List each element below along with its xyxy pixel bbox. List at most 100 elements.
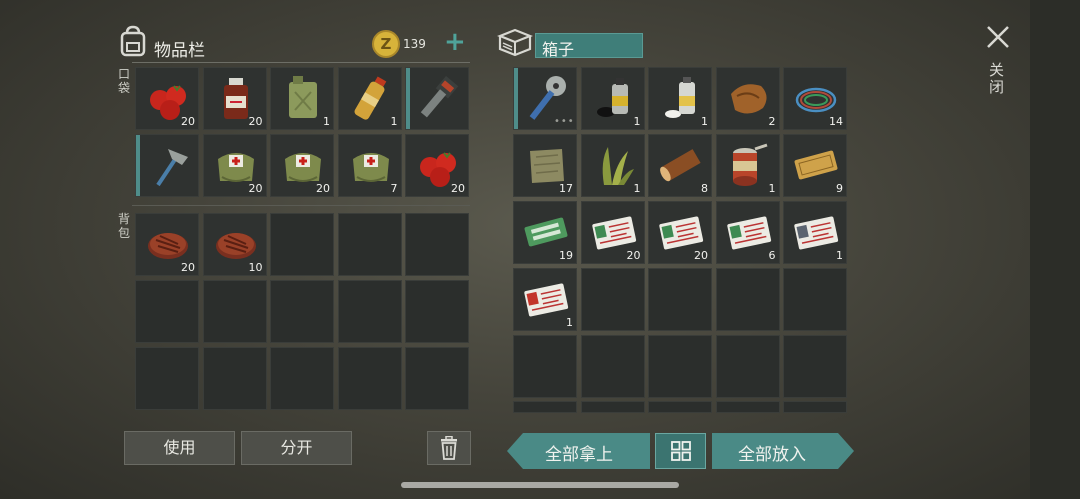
inventory-slot[interactable] (135, 134, 199, 197)
close-icon (987, 26, 1009, 48)
add-coins-button[interactable]: + (444, 27, 466, 57)
inventory-slot[interactable]: 1 (580, 67, 645, 130)
item-quantity: 1 (323, 115, 330, 128)
item-quantity: 1 (390, 115, 398, 128)
leather-scraps-icon (730, 84, 767, 114)
inventory-slot[interactable]: 20 (648, 201, 712, 264)
split-button[interactable]: 分开 (241, 431, 352, 465)
water-bottle-icon (354, 76, 386, 120)
inventory-slot[interactable]: 6 (715, 201, 780, 264)
inventory-slot[interactable]: 1 (783, 201, 847, 264)
empty-slot[interactable] (783, 401, 847, 413)
army-card-d-icon (794, 216, 839, 250)
empty-slot[interactable] (135, 280, 199, 343)
empty-slot[interactable] (337, 280, 402, 343)
equipped-marker (514, 68, 518, 129)
empty-slot[interactable] (715, 335, 780, 398)
empty-slot[interactable] (783, 268, 847, 331)
inventory-slot[interactable]: 14 (783, 67, 847, 130)
empty-slot[interactable] (715, 401, 780, 413)
inventory-slot[interactable]: 20 (202, 134, 267, 197)
empty-slot[interactable] (337, 213, 402, 276)
item-quantity: 1 (768, 182, 776, 195)
empty-slot[interactable] (202, 280, 267, 343)
inventory-slot[interactable]: 20 (270, 134, 334, 197)
close-button[interactable]: 关闭 (982, 22, 1014, 102)
take-all-label: 全部拿上 (545, 445, 613, 465)
use-button[interactable]: 使用 (124, 431, 235, 465)
sort-button[interactable] (655, 433, 706, 469)
inventory-slot[interactable] (405, 67, 469, 130)
item-quantity: 17 (559, 182, 573, 195)
item-quantity: 20 (248, 115, 263, 128)
inventory-slot[interactable]: 2 (715, 67, 780, 130)
inventory-slot[interactable]: 1 (337, 67, 402, 130)
saw-tool-icon (529, 76, 566, 120)
empty-slot[interactable] (405, 213, 469, 276)
inventory-slot[interactable]: 7 (337, 134, 402, 197)
empty-slot[interactable] (135, 347, 199, 410)
inventory-slot[interactable]: 20 (580, 201, 645, 264)
put-all-button[interactable]: 全部放入 (712, 433, 854, 469)
close-label: 关闭 (989, 61, 1005, 96)
item-quantity: 7 (390, 182, 398, 195)
item-quantity: 6 (768, 249, 776, 262)
inventory-slot[interactable]: 19 (513, 201, 577, 264)
backpack-icon (118, 25, 148, 57)
empty-slot[interactable] (580, 335, 645, 398)
item-quantity: 1 (566, 316, 573, 329)
item-quantity: 20 (248, 182, 263, 195)
inventory-slot[interactable]: 10 (202, 213, 267, 276)
empty-slot[interactable] (580, 268, 645, 331)
first-aid-bag-icon (352, 153, 389, 182)
item-quantity: 1 (633, 182, 641, 195)
inventory-slot[interactable]: 9 (783, 134, 847, 197)
box-title-field[interactable]: 箱子 (535, 33, 643, 59)
inventory-slot[interactable]: 20 (405, 134, 469, 197)
empty-slot[interactable] (513, 335, 577, 398)
empty-slot[interactable] (715, 268, 780, 331)
coin-counter: Z 139 + (372, 27, 468, 58)
inventory-slot[interactable]: 1 (513, 268, 577, 331)
equipped-marker (406, 68, 410, 129)
item-quantity: 20 (181, 261, 195, 274)
empty-slot[interactable] (648, 401, 712, 413)
item-quantity: 1 (836, 249, 843, 262)
item-quantity: 20 (316, 182, 330, 195)
backpack-label: 背包 (117, 212, 130, 240)
empty-slot[interactable] (648, 335, 712, 398)
box-icon (497, 27, 533, 57)
item-quantity: 9 (836, 182, 843, 195)
coupon-ticket-icon (794, 150, 838, 180)
inventory-slot[interactable]: 20 (135, 213, 199, 276)
home-indicator (401, 482, 679, 488)
inventory-slot[interactable]: 1 (270, 67, 334, 130)
inventory-slot[interactable]: 20 (202, 67, 267, 130)
empty-slot[interactable] (580, 401, 645, 413)
right-side-panel (1030, 0, 1080, 499)
empty-slot[interactable] (783, 335, 847, 398)
empty-slot[interactable] (202, 347, 267, 410)
coin-icon: Z (372, 30, 400, 58)
inventory-slot[interactable]: 17 (513, 134, 577, 197)
empty-slot[interactable] (648, 268, 712, 331)
empty-slot[interactable] (270, 280, 334, 343)
item-quantity: 20 (694, 249, 708, 262)
empty-slot[interactable] (405, 347, 469, 410)
more-options-dots: ••• (554, 116, 575, 127)
empty-slot[interactable] (270, 213, 334, 276)
inventory-slot[interactable]: 1 (715, 134, 780, 197)
inventory-slot[interactable]: 1 (648, 67, 712, 130)
empty-slot[interactable] (513, 401, 577, 413)
inventory-slot[interactable]: 8 (648, 134, 712, 197)
inventory-slot[interactable]: 20 (135, 67, 199, 130)
inventory-slot[interactable]: ••• (513, 67, 577, 130)
take-all-button[interactable]: 全部拿上 (507, 433, 650, 469)
empty-slot[interactable] (405, 280, 469, 343)
empty-slot[interactable] (270, 347, 334, 410)
empty-slot[interactable] (337, 347, 402, 410)
trash-button[interactable] (427, 431, 471, 465)
army-card-a-icon (726, 216, 771, 250)
chainsaw-icon (420, 76, 459, 118)
inventory-slot[interactable]: 1 (580, 134, 645, 197)
